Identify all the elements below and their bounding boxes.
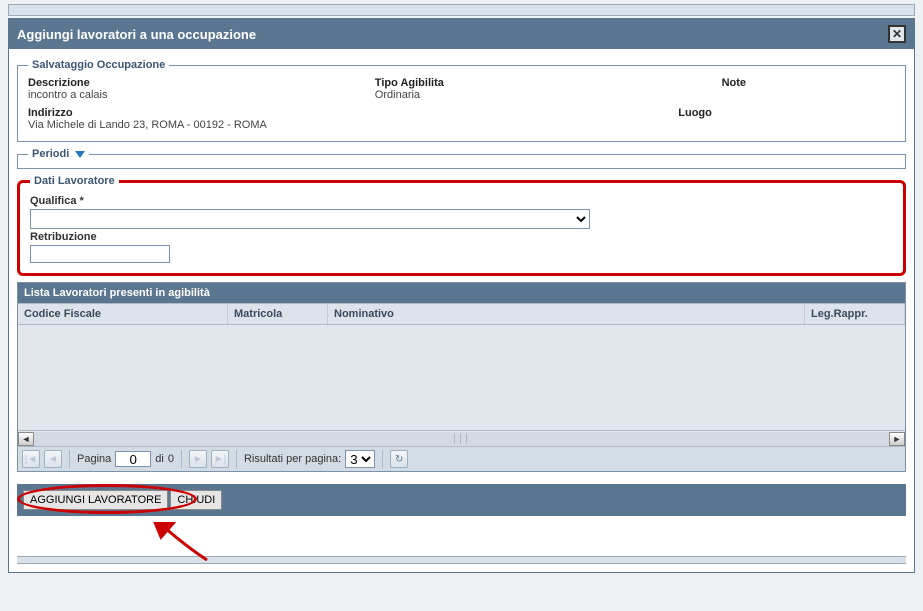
grid-header: Codice Fiscale Matricola Nominativo Leg.… [18, 303, 905, 325]
next-page-button[interactable]: ► [189, 450, 207, 468]
page-input[interactable] [115, 451, 151, 467]
salvataggio-legend: Salvataggio Occupazione [28, 59, 169, 71]
grid-hscroll: ◄ │││ ► [18, 430, 905, 446]
dati-lavoratore-legend: Dati Lavoratore [30, 175, 119, 187]
pager-sep3 [236, 450, 237, 468]
qualifica-label: Qualifica * [30, 195, 893, 207]
aggiungi-lavoratore-button[interactable]: AGGIUNGI LAVORATORE [23, 490, 168, 510]
lavoratori-grid: Lista Lavoratori presenti in agibilità C… [17, 282, 906, 472]
refresh-button[interactable]: ↻ [390, 450, 408, 468]
qualifica-select[interactable] [30, 209, 590, 229]
grid-body [18, 325, 905, 430]
total-pages: 0 [168, 453, 174, 465]
modal: Aggiungi lavoratori a una occupazione ✕ … [8, 18, 915, 573]
col-matricola[interactable]: Matricola [228, 304, 328, 324]
close-icon[interactable]: ✕ [888, 25, 906, 43]
tipo-agibilita-value: Ordinaria [375, 89, 722, 101]
top-strip [8, 4, 915, 16]
page-label: Pagina [77, 453, 111, 465]
tipo-agibilita-label: Tipo Agibilita [375, 77, 722, 89]
hscroll-left-button[interactable]: ◄ [18, 432, 34, 446]
results-per-page-label: Risultati per pagina: [244, 453, 341, 465]
bottom-strip [17, 556, 906, 564]
col-codice-fiscale[interactable]: Codice Fiscale [18, 304, 228, 324]
indirizzo-label: Indirizzo [28, 107, 678, 119]
col-nominativo[interactable]: Nominativo [328, 304, 805, 324]
indirizzo-value: Via Michele di Lando 23, ROMA - 00192 - … [28, 119, 678, 131]
chiudi-button[interactable]: CHIUDI [170, 490, 222, 510]
prev-page-button[interactable]: ◄ [44, 450, 62, 468]
periodi-legend[interactable]: Periodi [28, 148, 89, 160]
retribuzione-label: Retribuzione [30, 231, 893, 243]
pager-sep4 [382, 450, 383, 468]
pager: |◄ ◄ Pagina di 0 ► ►| Risultati per pagi… [18, 446, 905, 471]
periodi-fieldset: Periodi [17, 148, 906, 169]
hscroll-track[interactable]: │││ [34, 432, 889, 446]
retribuzione-input[interactable] [30, 245, 170, 263]
descrizione-label: Descrizione [28, 77, 375, 89]
refresh-icon: ↻ [395, 454, 403, 465]
modal-header: Aggiungi lavoratori a una occupazione ✕ [9, 19, 914, 49]
grid-title: Lista Lavoratori presenti in agibilità [18, 283, 905, 303]
salvataggio-fieldset: Salvataggio Occupazione Descrizione inco… [17, 59, 906, 142]
col-leg-rappr[interactable]: Leg.Rappr. [805, 304, 905, 324]
pager-sep2 [181, 450, 182, 468]
modal-content: Salvataggio Occupazione Descrizione inco… [9, 49, 914, 572]
modal-title: Aggiungi lavoratori a una occupazione [17, 27, 256, 42]
luogo-label: Luogo [678, 107, 895, 119]
descrizione-value: incontro a calais [28, 89, 375, 101]
dati-lavoratore-fieldset: Dati Lavoratore Qualifica * Retribuzione [17, 175, 906, 276]
of-label: di [155, 453, 164, 465]
first-page-button[interactable]: |◄ [22, 450, 40, 468]
footer-bar: AGGIUNGI LAVORATORE CHIUDI [17, 484, 906, 516]
note-label: Note [722, 77, 895, 89]
periodi-legend-text: Periodi [32, 148, 69, 160]
last-page-button[interactable]: ►| [211, 450, 229, 468]
chevron-down-icon [75, 151, 85, 158]
results-per-page-select[interactable]: 3 [345, 450, 375, 468]
pager-sep1 [69, 450, 70, 468]
hscroll-right-button[interactable]: ► [889, 432, 905, 446]
